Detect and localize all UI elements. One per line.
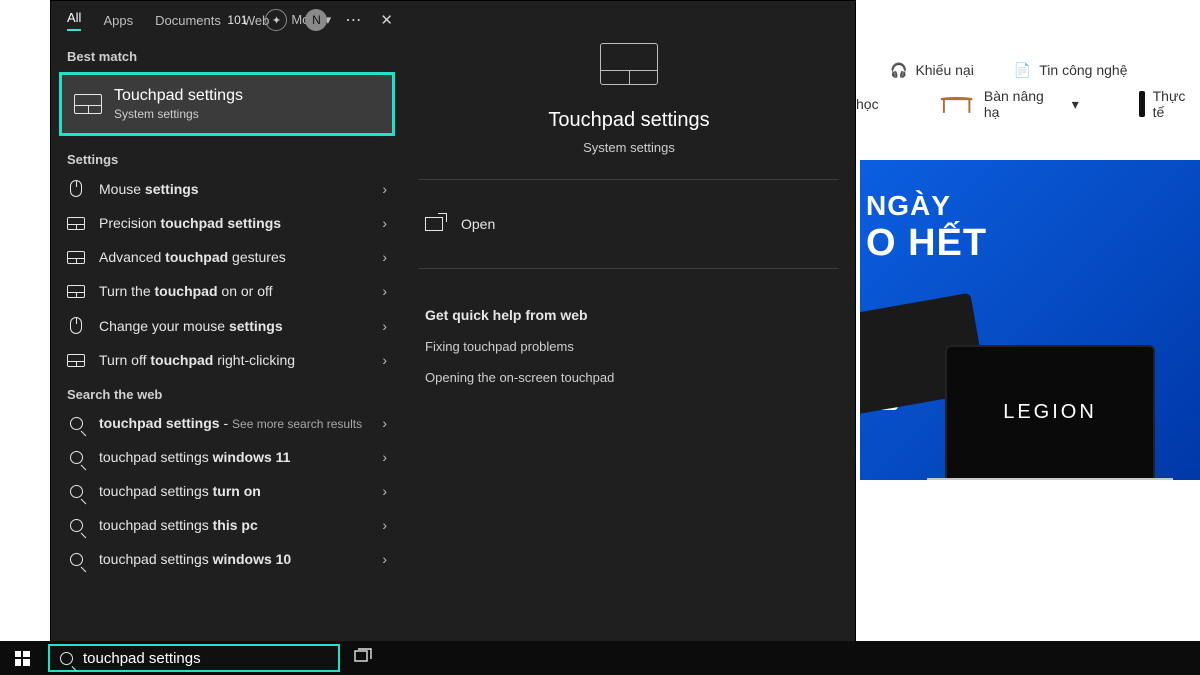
- start-button[interactable]: [0, 641, 44, 675]
- section-web: Search the web: [51, 377, 403, 406]
- search-icon: [70, 451, 83, 464]
- result-mouse-settings[interactable]: Mouse settings›: [51, 171, 403, 206]
- chevron-right-icon: ›: [382, 283, 387, 299]
- close-icon[interactable]: ✕: [380, 11, 393, 29]
- more-options-icon[interactable]: ⋯: [345, 10, 362, 30]
- tab-documents[interactable]: Documents: [155, 13, 221, 28]
- chevron-right-icon: ›: [382, 415, 387, 431]
- preview-subtitle: System settings: [583, 140, 675, 155]
- help-link-fix[interactable]: Fixing touchpad problems: [415, 331, 843, 362]
- chevron-right-icon: ›: [382, 215, 387, 231]
- web-result-win10[interactable]: touchpad settings windows 10›: [51, 542, 403, 576]
- chevron-right-icon: ›: [382, 551, 387, 567]
- doc-icon: 📄: [1014, 62, 1031, 79]
- preview-title: Touchpad settings: [548, 109, 709, 132]
- help-link-onscreen[interactable]: Opening the on-screen touchpad: [415, 362, 843, 393]
- web-result-turnon[interactable]: touchpad settings turn on›: [51, 474, 403, 508]
- touchpad-icon: [67, 285, 85, 298]
- search-icon: [60, 652, 73, 665]
- search-input[interactable]: [83, 650, 328, 667]
- touchpad-icon: [67, 354, 85, 367]
- chevron-right-icon: ›: [382, 352, 387, 368]
- mouse-icon: [70, 317, 82, 334]
- chevron-right-icon: ›: [382, 249, 387, 265]
- search-icon: [70, 553, 83, 566]
- chevron-right-icon: ›: [382, 449, 387, 465]
- search-tabs: All Apps Documents Web More ▾ 101 ✦ N ⋯ …: [51, 1, 403, 39]
- result-preview: Touchpad settings System settings: [415, 43, 843, 155]
- search-icon: [70, 485, 83, 498]
- task-view-button[interactable]: [354, 648, 372, 668]
- result-precision-touchpad[interactable]: Precision touchpad settings›: [51, 206, 403, 240]
- chevron-right-icon: ›: [382, 483, 387, 499]
- mouse-icon: [70, 180, 82, 197]
- section-best-match: Best match: [51, 39, 403, 68]
- section-settings: Settings: [51, 142, 403, 171]
- touchpad-icon: [600, 43, 658, 85]
- tab-all[interactable]: All: [67, 10, 81, 31]
- best-match-result[interactable]: Touchpad settings System settings: [59, 72, 395, 136]
- chevron-right-icon: ›: [382, 181, 387, 197]
- touchpad-icon: [67, 251, 85, 264]
- headset-icon: 🎧: [890, 62, 907, 79]
- windows-icon: [15, 651, 30, 666]
- web-result-win11[interactable]: touchpad settings windows 11›: [51, 440, 403, 474]
- result-toggle-touchpad[interactable]: Turn the touchpad on or off›: [51, 274, 403, 308]
- user-avatar[interactable]: N: [305, 9, 327, 31]
- result-change-mouse[interactable]: Change your mouse settings›: [51, 308, 403, 343]
- cat-hoc[interactable]: học: [856, 96, 879, 112]
- cat-thucte[interactable]: Thực tế: [1139, 88, 1200, 120]
- touchpad-icon: [74, 94, 102, 114]
- search-icon: [70, 519, 83, 532]
- web-result-more[interactable]: touchpad settings - See more search resu…: [51, 406, 403, 440]
- result-advanced-gestures[interactable]: Advanced touchpad gestures›: [51, 240, 403, 274]
- web-result-thispc[interactable]: touchpad settings this pc›: [51, 508, 403, 542]
- start-search-panel: All Apps Documents Web More ▾ 101 ✦ N ⋯ …: [50, 0, 856, 645]
- help-section: Get quick help from web: [415, 293, 843, 331]
- link-complaints[interactable]: 🎧Khiếu nại: [890, 62, 974, 79]
- taskbar-search[interactable]: [48, 644, 340, 672]
- laptop-product: LEGION: [945, 345, 1155, 480]
- browser-categories: học Bàn nâng hạ ▾ Thực tế: [856, 88, 1200, 120]
- chevron-right-icon: ›: [382, 318, 387, 334]
- open-icon: [425, 217, 443, 231]
- touchpad-icon: [67, 217, 85, 230]
- rewards-count[interactable]: 101: [227, 13, 247, 27]
- cat-desk[interactable]: Bàn nâng hạ ▾: [939, 88, 1079, 120]
- search-icon: [70, 417, 83, 430]
- chevron-right-icon: ›: [382, 517, 387, 533]
- open-button[interactable]: Open: [415, 204, 843, 244]
- taskbar: [0, 641, 1200, 675]
- rewards-icon[interactable]: ✦: [265, 9, 287, 31]
- tab-apps[interactable]: Apps: [103, 13, 133, 28]
- link-technews[interactable]: 📄Tin công nghệ: [1014, 62, 1128, 79]
- result-disable-rightclick[interactable]: Turn off touchpad right-clicking›: [51, 343, 403, 377]
- ad-banner[interactable]: NGÀY O HẾT đ LEGION: [860, 160, 1200, 480]
